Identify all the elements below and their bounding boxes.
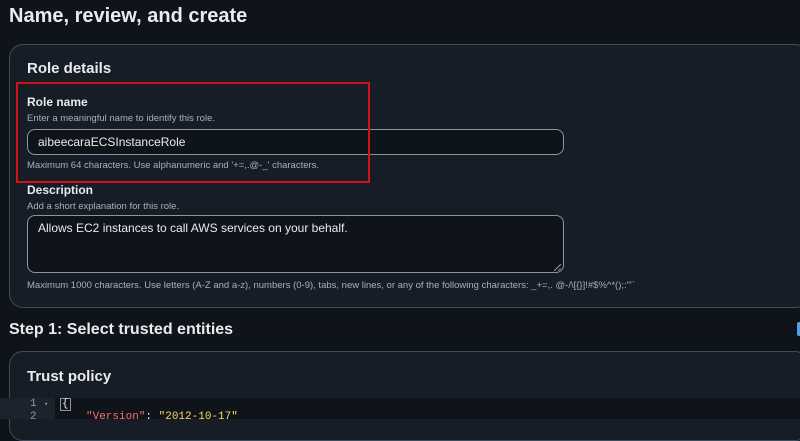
line-number: 1 — [30, 398, 37, 410]
line-number: 2 — [30, 411, 37, 419]
trust-policy-title: Trust policy — [27, 368, 112, 385]
trust-policy-panel: Trust policy — [9, 351, 800, 441]
json-key: "Version" — [86, 411, 146, 419]
json-separator: : — [145, 411, 159, 419]
resize-handle-icon[interactable] — [554, 264, 561, 271]
editor-code-text: { — [60, 398, 71, 411]
fold-toggle-icon[interactable]: ▾ — [44, 399, 48, 412]
step1-heading: Step 1: Select trusted entities — [9, 321, 234, 338]
description-label: Description — [27, 183, 94, 197]
role-name-highlight — [16, 82, 370, 183]
json-value: "2012-10-17" — [158, 411, 238, 419]
trust-policy-editor[interactable]: 1 ▾ { 2 "Version": "2012-10-17" — [0, 398, 800, 419]
description-field: Allows EC2 instances to call AWS service… — [10, 215, 570, 275]
role-details-title: Role details — [27, 60, 112, 77]
description-constraint: Maximum 1000 characters. Use letters (A-… — [27, 280, 635, 291]
page-title: Name, review, and create — [9, 5, 248, 27]
description-textarea[interactable]: Allows EC2 instances to call AWS service… — [27, 215, 564, 273]
description-hint: Add a short explanation for this role. — [27, 201, 180, 212]
